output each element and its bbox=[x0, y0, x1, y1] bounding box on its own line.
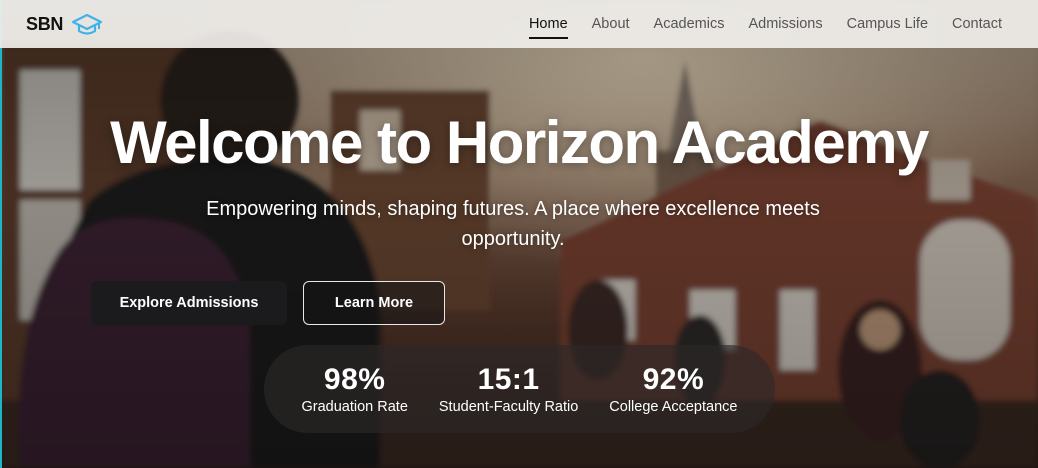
nav-link-admissions[interactable]: Admissions bbox=[748, 10, 822, 38]
nav-link-home[interactable]: Home bbox=[528, 10, 568, 39]
stat-label: Graduation Rate bbox=[301, 399, 408, 415]
nav-link-about[interactable]: About bbox=[592, 10, 630, 38]
hero-subtitle: Empowering minds, shaping futures. A pla… bbox=[206, 198, 820, 250]
explore-admissions-button[interactable]: Explore Admissions bbox=[91, 281, 287, 325]
nav-links: Home About Academics Admissions Campus L… bbox=[528, 10, 1002, 39]
stat-student-faculty-ratio: 15:1 Student-Faculty Ratio bbox=[439, 363, 578, 415]
graduation-cap-icon bbox=[71, 12, 103, 36]
top-navbar: SBN Home About Academics Admissions Camp… bbox=[0, 0, 1038, 48]
nav-link-academics[interactable]: Academics bbox=[654, 10, 725, 38]
stat-college-acceptance: 92% College Acceptance bbox=[609, 363, 737, 415]
stat-graduation-rate: 98% Graduation Rate bbox=[301, 363, 407, 415]
stat-value: 92% bbox=[642, 363, 705, 396]
learn-more-button[interactable]: Learn More bbox=[303, 281, 445, 325]
nav-link-contact[interactable]: Contact bbox=[952, 10, 1002, 38]
hero-title: Welcome to Horizon Academy bbox=[110, 109, 929, 176]
stats-panel: 98% Graduation Rate 15:1 Student-Faculty… bbox=[264, 345, 775, 433]
hero-section: Welcome to Horizon Academy Empowering mi… bbox=[0, 48, 1038, 468]
stat-label: College Acceptance bbox=[609, 399, 738, 415]
nav-link-campus-life[interactable]: Campus Life bbox=[847, 10, 928, 38]
stat-label: Student-Faculty Ratio bbox=[438, 399, 579, 415]
stat-value: 15:1 bbox=[477, 363, 540, 396]
brand-logo[interactable]: SBN bbox=[26, 12, 103, 36]
stat-value: 98% bbox=[323, 363, 386, 396]
brand-name: SBN bbox=[26, 13, 64, 34]
